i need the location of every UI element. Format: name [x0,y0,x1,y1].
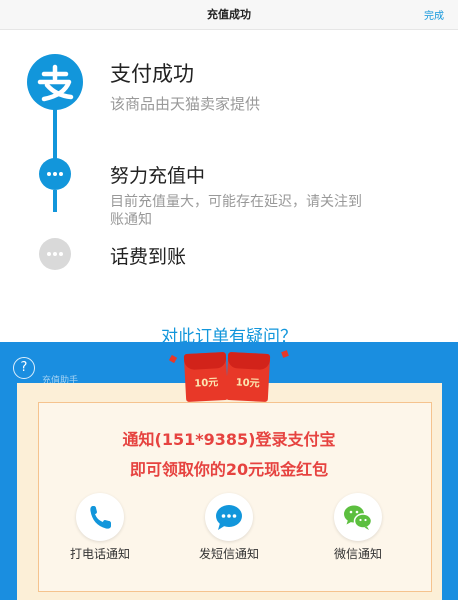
done-button[interactable]: 完成 [424,7,444,22]
wechat-icon [344,505,373,530]
wechat-notify-label: 微信通知 [333,547,382,561]
step-title-credited: 话费到账 [110,246,187,268]
step-title-paid: 支付成功 [110,62,194,86]
envelope-amount-left: 10元 [194,377,219,390]
step-dot-active-icon [39,158,71,190]
nav-bar: 充值成功 完成 [0,0,458,30]
step-desc-paid: 该商品由天猫卖家提供 [110,95,261,113]
sms-icon [216,505,242,530]
step-dot-pending-icon [39,238,71,270]
wechat-notify-button[interactable] [334,493,382,541]
sms-notify-button[interactable] [205,493,253,541]
red-envelope-left: 10元 [183,351,229,403]
promo-text-line1: 通知(151*9385)登录支付宝 [122,430,336,449]
promo-text-line2: 即可领取你的20元现金红包 [129,460,329,479]
timeline-line-2 [53,190,57,212]
step-desc-recharging-line2: 账通知 [110,212,152,228]
page-root: 充值成功 完成 支付成功 该商品由天猫卖家提供 努力充值中 目前充值量大，可能存… [0,0,458,600]
envelope-amount-right: 10元 [235,377,260,390]
help-icon[interactable]: ? [13,357,35,379]
page-title: 充值成功 [207,8,251,21]
alipay-logo-icon [27,54,83,110]
step-desc-recharging-line1: 目前充值量大，可能存在延迟，请关注到 [110,194,362,210]
call-notify-label: 打电话通知 [69,547,130,561]
sms-notify-label: 发短信通知 [198,547,259,561]
red-envelope-right: 10元 [225,351,271,403]
step-title-recharging: 努力充值中 [110,165,206,187]
phone-icon [90,506,111,529]
call-notify-button[interactable] [76,493,124,541]
